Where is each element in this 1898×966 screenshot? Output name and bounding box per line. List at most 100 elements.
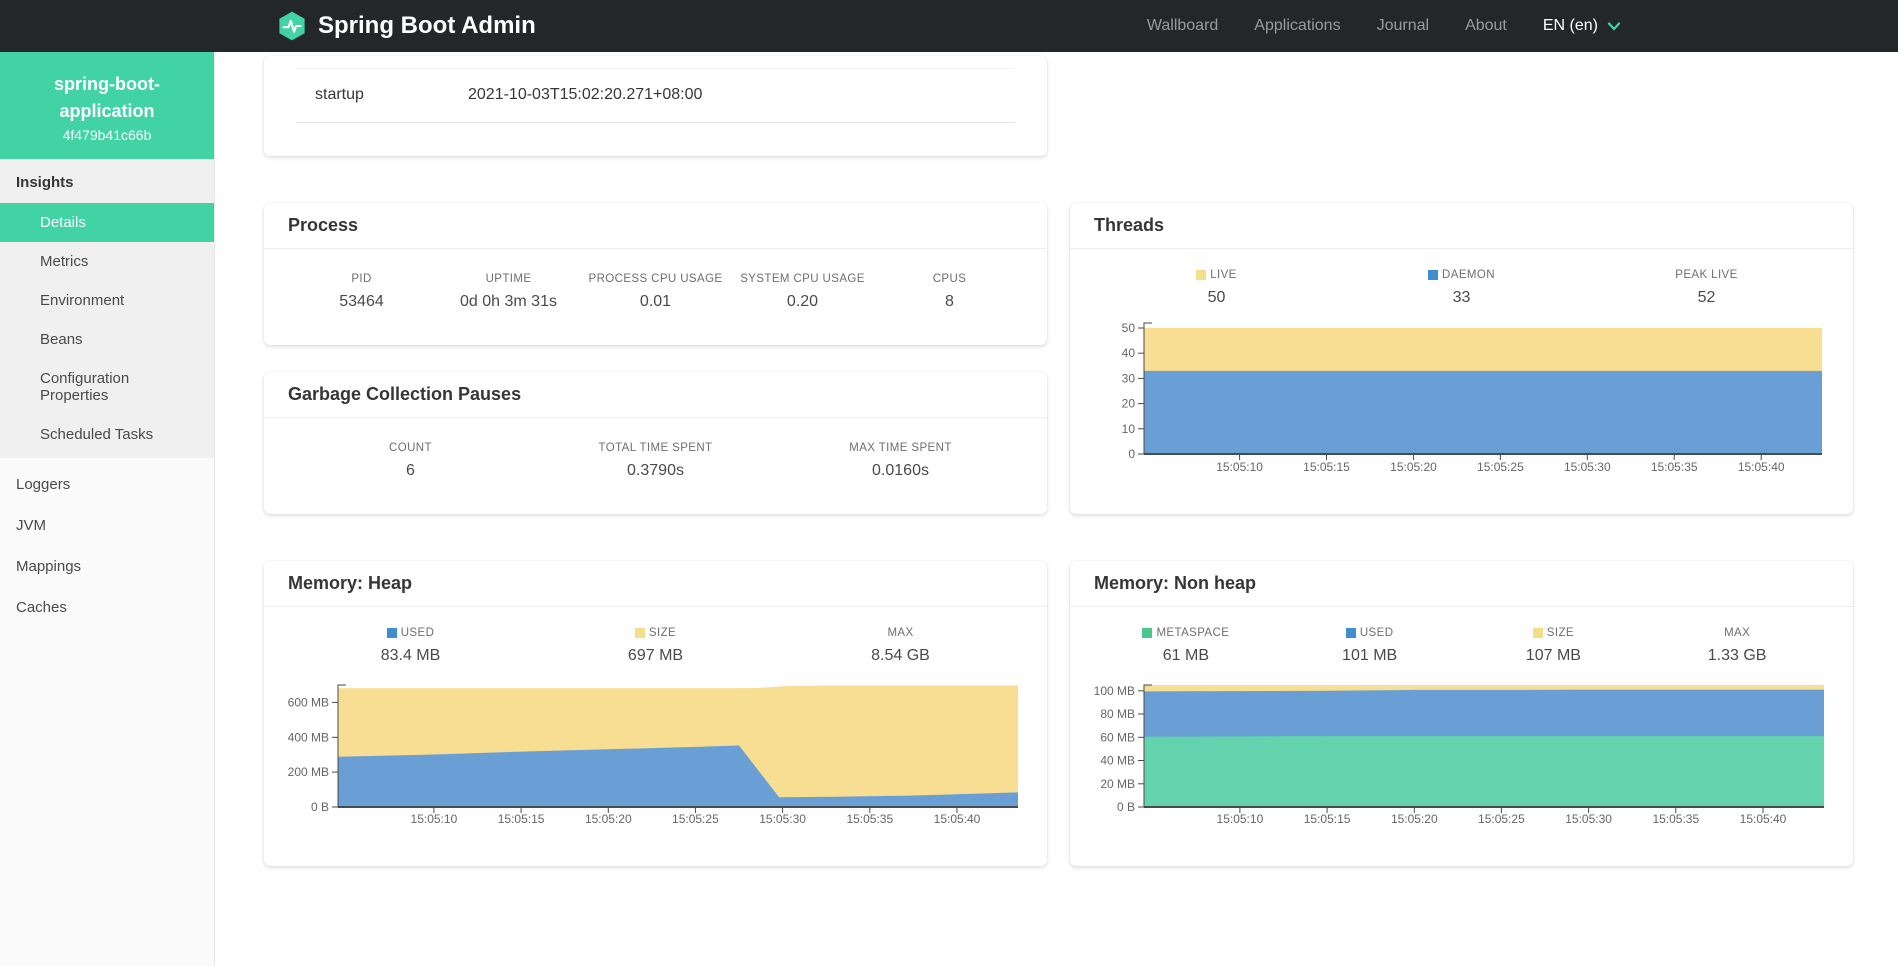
svg-text:15:05:40: 15:05:40 — [934, 812, 981, 826]
stat-value: 83.4 MB — [288, 647, 533, 665]
memory-nonheap-chart: 0 B20 MB40 MB60 MB80 MB100 MB15:05:1015:… — [1094, 673, 1829, 832]
svg-text:15:05:20: 15:05:20 — [585, 812, 632, 826]
stat-label-text: MAX — [887, 627, 913, 639]
svg-text:15:05:40: 15:05:40 — [1738, 460, 1785, 474]
nav-link-journal[interactable]: Journal — [1377, 17, 1429, 35]
stat-process-cpu-usage: PROCESS CPU USAGE 0.01 — [582, 273, 729, 311]
svg-text:15:05:25: 15:05:25 — [1478, 812, 1525, 826]
gc-card-title: Garbage Collection Pauses — [264, 372, 1047, 418]
stat-label-text: SYSTEM CPU USAGE — [740, 273, 865, 285]
memory-nonheap-stats: METASPACE 61 MB USED 101 MB SIZE 107 MB … — [1094, 627, 1829, 665]
legend-swatch-used — [1346, 628, 1356, 638]
memory-heap-chart: 0 B200 MB400 MB600 MB15:05:1015:05:1515:… — [288, 673, 1023, 832]
svg-text:600 MB: 600 MB — [288, 695, 329, 709]
sidebar-item-environment[interactable]: Environment — [0, 281, 214, 320]
svg-text:15:05:10: 15:05:10 — [411, 812, 458, 826]
sidebar-item-scheduled-tasks[interactable]: Scheduled Tasks — [0, 415, 214, 454]
svg-text:15:05:15: 15:05:15 — [1303, 460, 1350, 474]
svg-text:50: 50 — [1122, 321, 1136, 335]
right-column: Threads LIVE 50 DAEMON 33 PEAK LIVE 52 0… — [1070, 56, 1853, 866]
sidebar-item-mappings[interactable]: Mappings — [0, 546, 214, 587]
sidebar-item-insights[interactable]: Insights — [0, 159, 214, 203]
process-card: Process PID 53464 UPTIME 0d 0h 3m 31s PR… — [264, 203, 1047, 345]
stat-max-time-spent: MAX TIME SPENT 0.0160s — [778, 442, 1023, 480]
top-navbar: Spring Boot Admin Wallboard Applications J… — [0, 0, 1898, 52]
navbar-links: Wallboard Applications Journal About EN (en… — [1147, 17, 1621, 35]
language-label: EN (en) — [1543, 17, 1598, 35]
svg-text:15:05:10: 15:05:10 — [1217, 812, 1264, 826]
memory-heap-card-title: Memory: Heap — [264, 561, 1047, 607]
startup-card: startup 2021-10-03T15:02:20.271+08:00 — [264, 56, 1047, 156]
legend-swatch-size — [1533, 628, 1543, 638]
sidebar-item-beans[interactable]: Beans — [0, 320, 214, 359]
sidebar-item-jvm[interactable]: JVM — [0, 505, 214, 546]
svg-text:15:05:40: 15:05:40 — [1740, 812, 1787, 826]
stat-value: 0.01 — [582, 293, 729, 311]
memory-heap-card: Memory: Heap USED 83.4 MB SIZE 697 MB MA… — [264, 561, 1047, 866]
stat-live: LIVE 50 — [1094, 269, 1339, 307]
svg-text:15:05:15: 15:05:15 — [1304, 812, 1351, 826]
stat-label-text: CPUS — [933, 273, 967, 285]
instance-id: 4f479b41c66b — [26, 127, 188, 143]
stat-value: 8 — [876, 293, 1023, 311]
svg-text:15:05:30: 15:05:30 — [1565, 812, 1612, 826]
legend-swatch-size — [635, 628, 645, 638]
stat-value: 107 MB — [1462, 647, 1646, 665]
nav-link-about[interactable]: About — [1465, 17, 1507, 35]
svg-text:60 MB: 60 MB — [1100, 730, 1135, 744]
sidebar-item-loggers[interactable]: Loggers — [0, 464, 214, 505]
sidebar-item-details[interactable]: Details — [0, 203, 214, 242]
stat-label-text: SIZE — [649, 627, 676, 639]
svg-text:0 B: 0 B — [1117, 800, 1135, 814]
svg-text:10: 10 — [1122, 422, 1136, 436]
stat-value: 101 MB — [1278, 647, 1462, 665]
svg-text:0: 0 — [1128, 447, 1135, 461]
stat-label-text: COUNT — [389, 442, 432, 454]
brand[interactable]: Spring Boot Admin — [277, 11, 536, 41]
stat-daemon: DAEMON 33 — [1339, 269, 1584, 307]
threads-chart: 0102030405015:05:1015:05:1515:05:2015:05… — [1094, 315, 1829, 482]
left-column: startup 2021-10-03T15:02:20.271+08:00 Pr… — [264, 56, 1047, 866]
stat-label-text: DAEMON — [1442, 269, 1495, 281]
svg-text:30: 30 — [1122, 371, 1136, 385]
nav-link-wallboard[interactable]: Wallboard — [1147, 17, 1218, 35]
insights-group: Insights DetailsMetricsEnvironmentBeansC… — [0, 159, 214, 458]
stat-label-text: USED — [401, 627, 435, 639]
stat-size: SIZE 107 MB — [1462, 627, 1646, 665]
stat-value: 50 — [1094, 289, 1339, 307]
language-selector[interactable]: EN (en) — [1543, 17, 1621, 35]
stat-value: 8.54 GB — [778, 647, 1023, 665]
legend-swatch-metaspace — [1142, 628, 1152, 638]
threads-card-title: Threads — [1070, 203, 1853, 249]
spring-boot-admin-logo-icon — [277, 11, 307, 41]
heap-chart-svg: 0 B200 MB400 MB600 MB15:05:1015:05:1515:… — [288, 673, 1023, 827]
sidebar-item-metrics[interactable]: Metrics — [0, 242, 214, 281]
svg-text:15:05:25: 15:05:25 — [1477, 460, 1524, 474]
memory-heap-stats: USED 83.4 MB SIZE 697 MB MAX 8.54 GB — [288, 627, 1023, 665]
application-name: spring-boot-application — [26, 71, 188, 125]
navbar-link-list: Wallboard Applications Journal About — [1147, 17, 1507, 35]
svg-text:15:05:25: 15:05:25 — [672, 812, 719, 826]
stat-label-text: SIZE — [1547, 627, 1574, 639]
svg-text:200 MB: 200 MB — [288, 765, 329, 779]
sidebar-root-items: LoggersJVMMappingsCaches — [0, 458, 214, 628]
stat-label-text: PEAK LIVE — [1675, 269, 1737, 281]
stat-label-text: UPTIME — [486, 273, 532, 285]
stat-size: SIZE 697 MB — [533, 627, 778, 665]
legend-swatch-daemon — [1428, 270, 1438, 280]
svg-text:20: 20 — [1122, 397, 1136, 411]
stat-label-text: PID — [351, 273, 371, 285]
svg-text:400 MB: 400 MB — [288, 730, 329, 744]
svg-text:15:05:20: 15:05:20 — [1390, 460, 1437, 474]
garbage-collection-card: Garbage Collection Pauses COUNT 6 TOTAL … — [264, 372, 1047, 514]
chevron-down-icon — [1607, 22, 1621, 31]
brand-title: Spring Boot Admin — [318, 12, 536, 40]
nonheap-chart-svg: 0 B20 MB40 MB60 MB80 MB100 MB15:05:1015:… — [1094, 673, 1829, 827]
sidebar-item-configuration-properties[interactable]: Configuration Properties — [0, 359, 214, 415]
sidebar-item-caches[interactable]: Caches — [0, 587, 214, 628]
stat-count: COUNT 6 — [288, 442, 533, 480]
svg-text:15:05:15: 15:05:15 — [498, 812, 545, 826]
svg-text:40 MB: 40 MB — [1100, 754, 1135, 768]
stat-value: 697 MB — [533, 647, 778, 665]
nav-link-applications[interactable]: Applications — [1254, 17, 1340, 35]
